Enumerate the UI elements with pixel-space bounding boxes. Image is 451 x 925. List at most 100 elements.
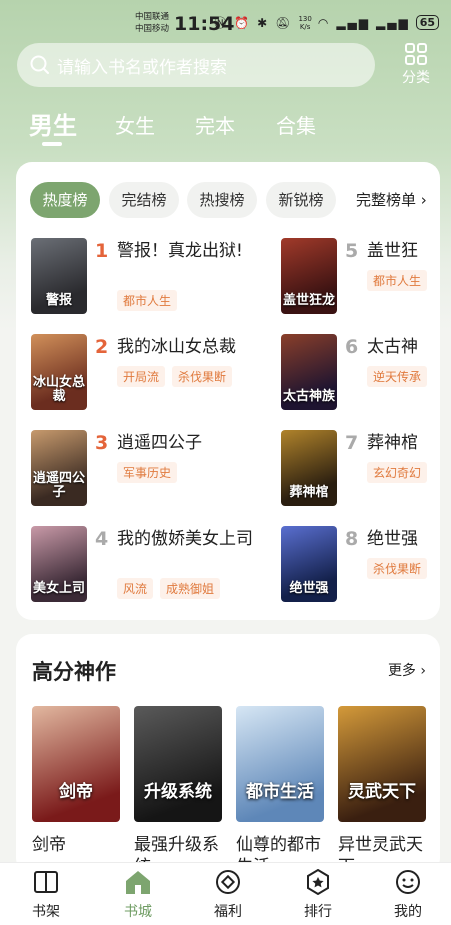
book-title: 我的傲娇美女上司 (117, 529, 253, 549)
ranking-item[interactable]: 太古神族 6 太古神 逆天传承 (281, 334, 440, 414)
genre-tag: 成熟御姐 (160, 578, 221, 599)
book-cover: 冰山女总裁 (31, 334, 87, 410)
nav-label: 福利 (214, 904, 242, 920)
nav-bookshelf[interactable]: 书架 (16, 869, 76, 921)
coin-icon (216, 870, 240, 894)
badge-star-icon (307, 869, 329, 895)
nav-bookstore[interactable]: 书城 (108, 869, 168, 921)
book-tags: 都市人生 (117, 290, 178, 311)
net-speed-unit: K/s (299, 22, 311, 31)
rank-number: 1 (95, 240, 109, 262)
rank-number: 5 (345, 240, 359, 262)
tab-completed[interactable]: 完本 (195, 110, 235, 139)
grid-icon (405, 43, 427, 65)
cover-title: 绝世强 (289, 581, 329, 596)
genre-tag: 风流 (117, 578, 154, 599)
genre-tag: 都市人生 (117, 290, 178, 311)
rank-number: 3 (95, 432, 109, 454)
carrier-info: 中国联通 中国移动 (135, 11, 169, 35)
nav-label: 排行 (304, 904, 332, 920)
cover-title: 灵武天下 (348, 782, 416, 802)
tab-male[interactable]: 男生 (29, 106, 77, 141)
genre-tag: 逆天传承 (367, 366, 428, 387)
chevron-right-icon: › (415, 663, 426, 679)
book-icon (34, 871, 58, 893)
cover-title: 逍遥四公子 (33, 471, 86, 500)
book-tags: 逆天传承 (367, 366, 428, 387)
genre-tag: 杀伐果断 (367, 558, 428, 579)
book-card[interactable]: 灵武天下异世灵武天下 (338, 706, 426, 874)
book-cover: 升级系统 (134, 706, 222, 822)
ranking-item[interactable]: 盖世狂龙 5 盖世狂都市人生 (281, 238, 440, 318)
book-title: 葬神棺 (367, 433, 418, 453)
tab-collections[interactable]: 合集 (276, 110, 316, 139)
genre-tag: 都市人生 (367, 270, 428, 291)
more-link[interactable]: 更多 › (388, 660, 426, 680)
book-card[interactable]: 剑帝 剑帝 (32, 706, 120, 874)
genre-tag: 军事历史 (117, 462, 178, 483)
nav-welfare[interactable]: 福利 (198, 869, 258, 921)
alarm-icon: ⏰ (234, 15, 252, 30)
book-cover: 都市生活 (236, 706, 324, 822)
chip-new[interactable]: 新锐榜 (266, 182, 336, 218)
battery-indicator: 65 (415, 15, 439, 30)
nfc-icon: Ⓝ (214, 16, 229, 30)
mute-icon: 🔕︎ (275, 15, 293, 30)
cover-title: 升级系统 (144, 782, 212, 802)
book-cover: 剑帝 (32, 706, 120, 822)
section-title: 高分神作 (32, 660, 116, 684)
net-speed-value: 130 (298, 14, 312, 23)
ranking-item[interactable]: 葬神棺 7 葬神棺 玄幻奇幻 (281, 430, 440, 510)
genre-tag: 杀伐果断 (172, 366, 233, 387)
book-cover: 美女上司 (31, 526, 87, 602)
category-button[interactable]: 分类 (396, 43, 436, 87)
genre-tag: 开局流 (117, 366, 166, 387)
smiley-icon (396, 870, 420, 894)
book-card[interactable]: 升级系统最强升级系统 (134, 706, 222, 874)
book-title: 我的冰山女总裁 (117, 337, 236, 357)
nav-label: 我的 (394, 904, 422, 920)
book-tags: 风流 成熟御姐 (117, 578, 221, 599)
net-speed: 130 K/s (298, 15, 311, 31)
book-title: 盖世狂 (367, 241, 418, 261)
book-cover: 葬神棺 (281, 430, 337, 506)
ranking-card: 热度榜 完结榜 热搜榜 新锐榜 完整榜单 › 警报 1 警报！真龙出狱! 都市人生 冰山… (16, 162, 440, 620)
book-title: 绝世强 (367, 529, 418, 549)
nav-label: 书城 (124, 904, 152, 920)
book-tags: 都市人生 (367, 270, 428, 291)
book-cover: 逍遥四公子 (31, 430, 87, 506)
search-icon (30, 55, 49, 74)
rank-number: 7 (345, 432, 359, 454)
nav-ranking[interactable]: 排行 (288, 869, 348, 921)
chip-finished[interactable]: 完结榜 (109, 182, 179, 218)
signal-4g-icon: ▂▄▆ (376, 15, 410, 30)
genre-tag: 玄幻奇幻 (367, 462, 428, 483)
chevron-right-icon: › (416, 191, 427, 209)
home-icon (126, 871, 150, 894)
chip-search[interactable]: 热搜榜 (187, 182, 257, 218)
full-ranking-label: 完整榜单 (356, 191, 417, 209)
book-cover: 绝世强 (281, 526, 337, 602)
book-cover: 盖世狂龙 (281, 238, 337, 314)
search-input[interactable]: 请输入书名或作者搜索 (17, 43, 375, 87)
book-tags: 军事历史 (117, 462, 178, 483)
status-icons: Ⓝ ⏰ ✱ 🔕︎ 130 K/s ◠ ▂▄▆ ▂▄▆ 65 (214, 14, 439, 31)
wifi-icon: ◠ (317, 15, 331, 30)
rank-number: 2 (95, 336, 109, 358)
book-title: 警报！真龙出狱! (117, 241, 243, 261)
book-cover: 灵武天下 (338, 706, 426, 822)
rank-chips: 热度榜 完结榜 热搜榜 新锐榜 完整榜单 › (30, 182, 440, 220)
ranking-item[interactable]: 绝世强 8 绝世强 杀伐果断 (281, 526, 440, 606)
book-tags: 玄幻奇幻 (367, 462, 428, 483)
book-card[interactable]: 都市生活仙尊的都市生活 (236, 706, 324, 874)
chip-hot[interactable]: 热度榜 (30, 182, 100, 218)
rank-number: 4 (95, 528, 109, 550)
rank-number: 8 (345, 528, 359, 550)
rank-number: 6 (345, 336, 359, 358)
tab-female[interactable]: 女生 (115, 110, 155, 139)
carrier-1: 中国联通 (135, 12, 170, 22)
cover-title: 葬神棺 (289, 485, 329, 500)
nav-mine[interactable]: 我的 (378, 869, 438, 921)
full-ranking-link[interactable]: 完整榜单 › (356, 182, 427, 218)
bottom-nav: 书架 书城 福利 排行 我的 (0, 862, 451, 925)
